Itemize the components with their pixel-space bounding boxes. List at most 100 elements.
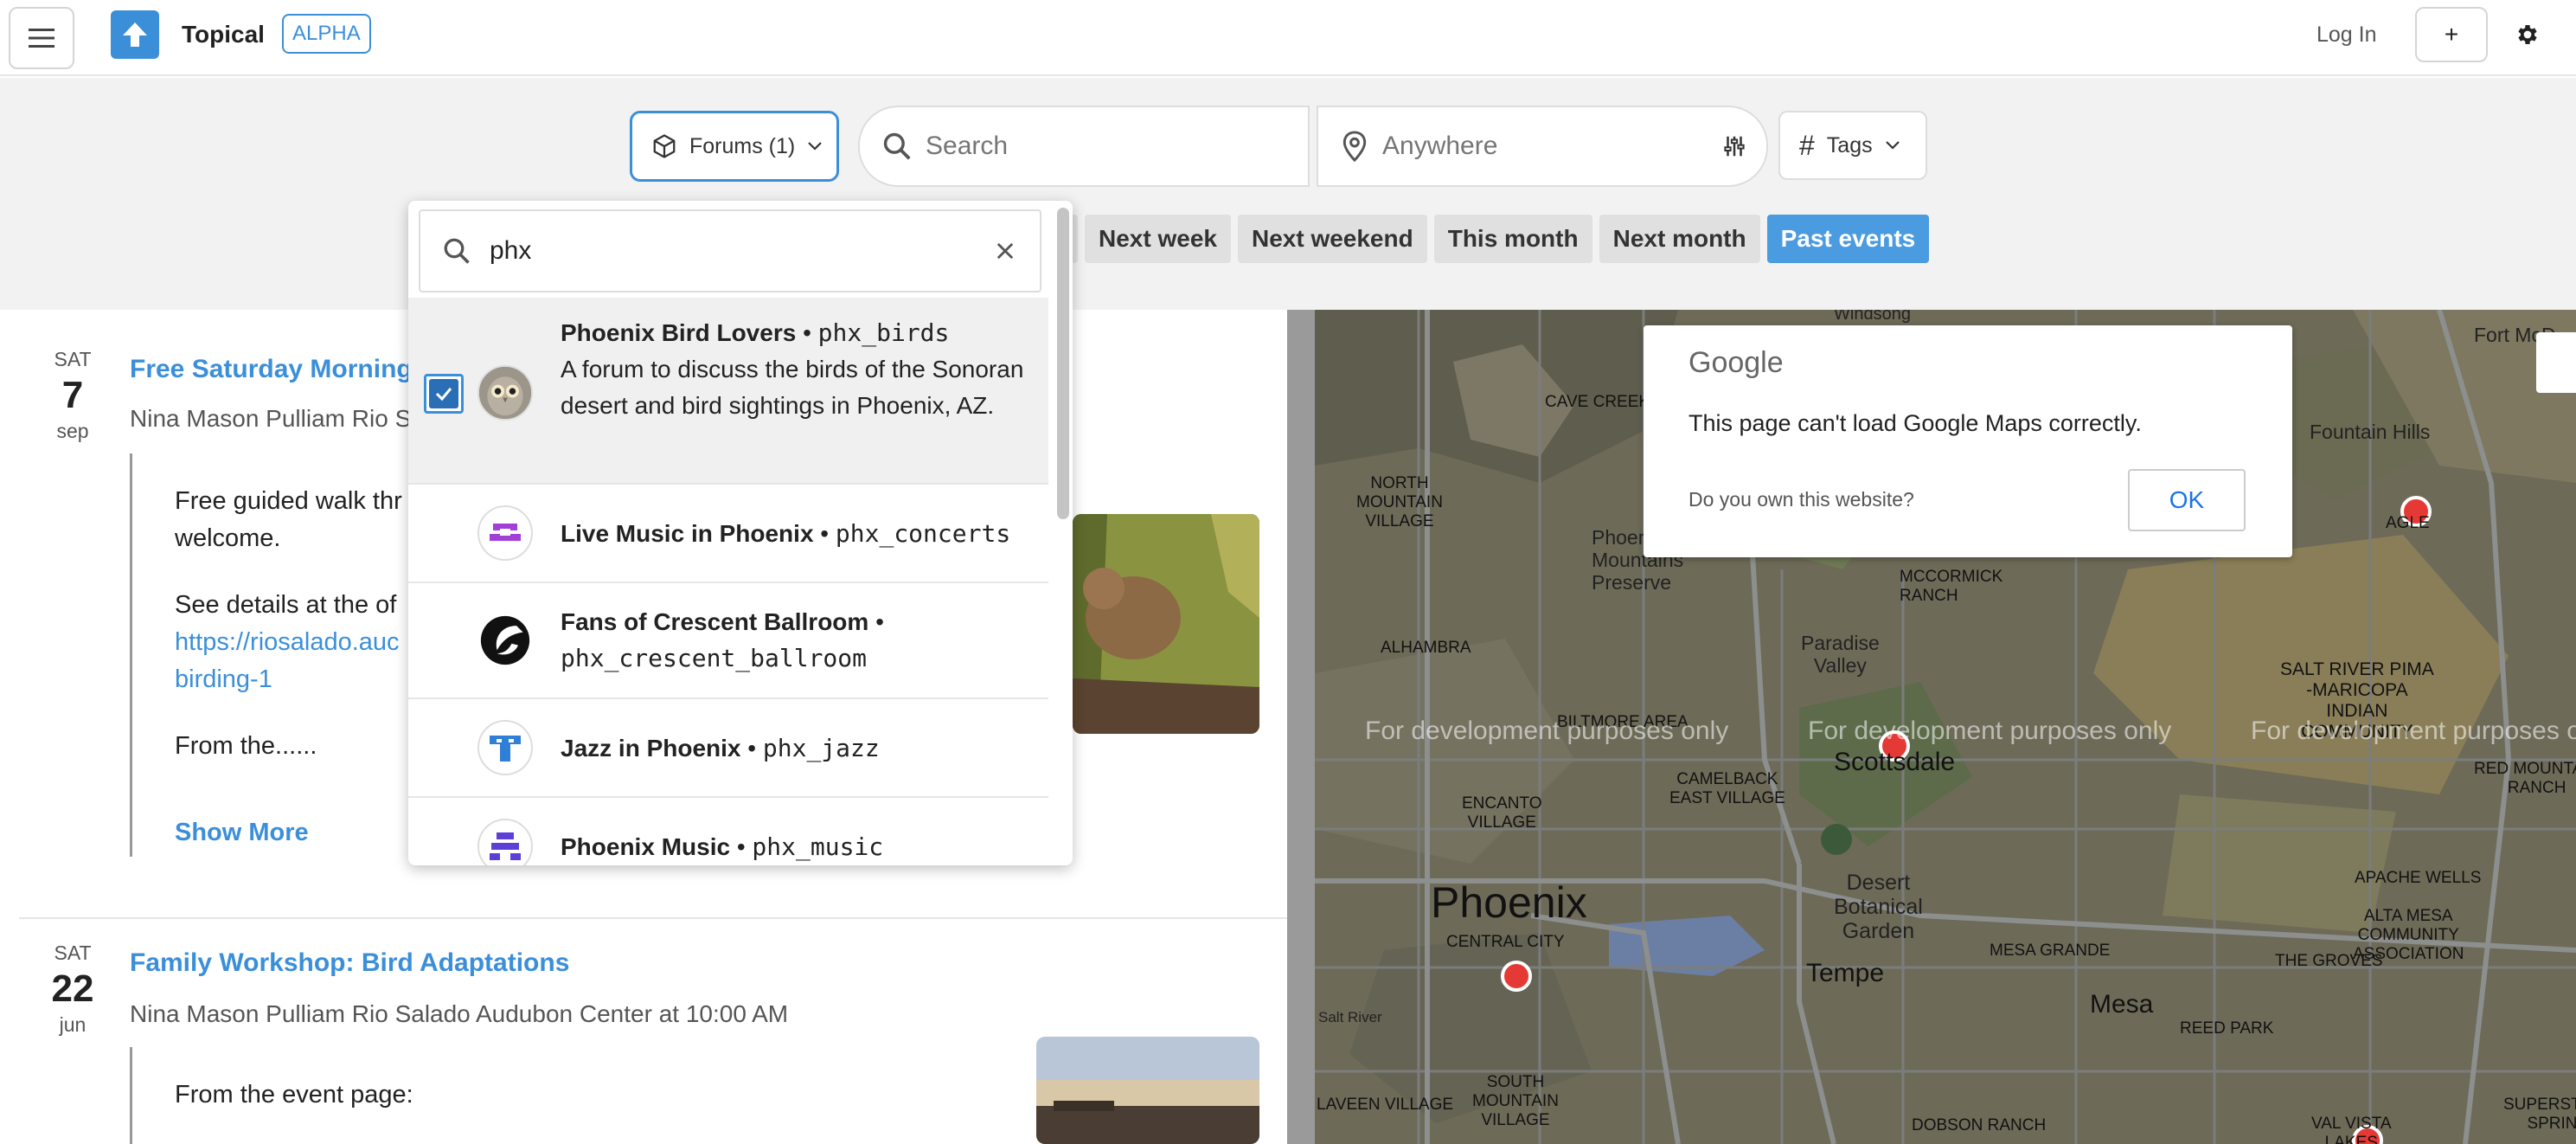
- hamburger-icon: [29, 29, 54, 48]
- search-icon: [883, 132, 911, 160]
- forum-checkbox[interactable]: [424, 374, 464, 414]
- event-month: sep: [56, 420, 89, 442]
- map-label: RED MOUNTAIN RANCH: [2474, 760, 2576, 797]
- map-label: Scottsdale: [1834, 748, 1956, 776]
- maps-ok-button[interactable]: OK: [2128, 469, 2246, 531]
- forum-item-phx-birds[interactable]: Phoenix Bird Lovers • phx_birds A forum …: [408, 298, 1048, 485]
- app-title[interactable]: Topical: [182, 21, 265, 48]
- forum-item-text: Phoenix Bird Lovers • phx_birds A forum …: [561, 318, 1024, 419]
- time-chip-this-month[interactable]: This month: [1433, 215, 1592, 263]
- fullscreen-button[interactable]: [2536, 332, 2576, 393]
- map-label: CAVE CREEK: [1545, 393, 1650, 411]
- forum-item-phx-concerts[interactable]: Live Music in Phoenix • phx_concerts: [408, 485, 1048, 583]
- location-input[interactable]: [1382, 132, 1711, 161]
- event-date: SAT 22 jun: [38, 942, 107, 1037]
- search-icon: [444, 238, 470, 264]
- map-label: SOUTH MOUNTAIN VILLAGE: [1472, 1073, 1559, 1129]
- event-date: SAT 7 sep: [38, 348, 107, 443]
- map-label: ENCANTO VILLAGE: [1462, 794, 1542, 832]
- time-chips: Next week Next weekend This month Next m…: [1069, 215, 1930, 263]
- forum-item-phx-crescent-ballroom[interactable]: Fans of Crescent Ballroom • phx_crescent_…: [408, 583, 1048, 699]
- time-chip-next-week[interactable]: Next week: [1085, 215, 1231, 263]
- event-day-of-week: SAT: [54, 942, 92, 964]
- google-logo: Google: [1688, 346, 1784, 379]
- map-label: ALHAMBRA: [1381, 639, 1471, 657]
- app-logo[interactable]: [111, 10, 159, 59]
- event-title[interactable]: Family Workshop: Bird Adaptations: [130, 948, 569, 978]
- time-chip-next-month[interactable]: Next month: [1599, 215, 1760, 263]
- chevron-down-icon: [1885, 141, 1900, 150]
- checkmark-icon: [435, 388, 452, 402]
- login-link[interactable]: Log In: [2316, 22, 2377, 48]
- map-label: CENTRAL CITY: [1446, 933, 1565, 951]
- map-label: DOBSON RANCH: [1912, 1116, 2047, 1134]
- gear-icon[interactable]: [2509, 16, 2547, 54]
- menu-button[interactable]: [9, 7, 74, 69]
- forums-filter-label: Forums (1): [689, 133, 796, 158]
- add-button[interactable]: +: [2415, 7, 2488, 62]
- hash-icon: #: [1799, 129, 1815, 161]
- forum-item-phx-jazz[interactable]: Jazz in Phoenix • phx_jazz: [408, 699, 1048, 798]
- event-day-of-week: SAT: [54, 348, 92, 370]
- tags-filter-label: Tags: [1826, 132, 1873, 157]
- location-field[interactable]: [1317, 106, 1768, 187]
- location-pin-icon: [1342, 131, 1367, 163]
- forum-search-input[interactable]: [490, 236, 974, 266]
- map-label: CAMELBACK EAST VILLAGE: [1669, 770, 1785, 807]
- forum-item-text: Phoenix Music • phx_music: [561, 832, 884, 861]
- time-chip-next-weekend[interactable]: Next weekend: [1237, 215, 1427, 263]
- map-label: MESA GRANDE: [1990, 942, 2111, 960]
- time-chip-past-events[interactable]: Past events: [1766, 215, 1930, 263]
- dropdown-scrollbar[interactable]: [1057, 208, 1069, 519]
- map-label: Mesa: [2090, 990, 2154, 1019]
- event-quote-bar: [130, 453, 132, 857]
- map-label: Windsong: [1834, 310, 1911, 324]
- map-label: Fountain Hills: [2310, 421, 2431, 443]
- event-quote-bar: [130, 1047, 132, 1144]
- forums-filter-button[interactable]: Forums (1): [630, 111, 839, 182]
- map-gutter: [1287, 310, 1315, 1144]
- map-label: LAVEEN VILLAGE: [1317, 1096, 1454, 1114]
- crescent-avatar: [477, 613, 533, 668]
- search-field[interactable]: [858, 106, 1310, 187]
- search-input[interactable]: [926, 132, 1254, 161]
- dev-watermark: For development purposes only: [1808, 717, 2172, 745]
- event-title[interactable]: Free Saturday Morning: [130, 355, 413, 384]
- map-label: AGLE: [2386, 514, 2430, 532]
- event-thumbnail[interactable]: [1036, 1037, 1259, 1144]
- map-label: SUPERSTITION SPRINGS: [2503, 1096, 2576, 1133]
- event-description: From the event page:: [175, 1081, 413, 1109]
- event-divider: [19, 917, 1287, 919]
- event-location: Nina Mason Pulliam Rio S: [130, 405, 412, 432]
- top-bar: Topical ALPHA Log In +: [0, 0, 2576, 76]
- up-arrow-icon: [123, 22, 147, 47]
- maps-error-message: This page can't load Google Maps correct…: [1688, 410, 2142, 436]
- map-label: MCCORMICK RANCH: [1900, 568, 2003, 605]
- maps-own-website-text: Do you own this website?: [1688, 488, 1914, 511]
- close-icon[interactable]: [993, 239, 1017, 263]
- owl-avatar: [477, 365, 533, 421]
- map-label: Phoenix: [1431, 878, 1587, 927]
- dev-watermark: For development purposes only: [2251, 717, 2576, 745]
- tags-filter-button[interactable]: # Tags: [1778, 111, 1927, 180]
- music-avatar: [477, 819, 533, 865]
- forum-item-phx-music[interactable]: Phoenix Music • phx_music: [408, 798, 1048, 865]
- tune-icon[interactable]: [1721, 133, 1747, 159]
- map-label: Desert Botanical Garden: [1834, 871, 1923, 943]
- map-label: Tempe: [1806, 959, 1885, 987]
- map-label: Paradise Valley: [1801, 632, 1880, 677]
- forum-search-field[interactable]: [419, 209, 1041, 292]
- event-thumbnail[interactable]: [1073, 514, 1259, 734]
- forum-list: Phoenix Bird Lovers • phx_birds A forum …: [408, 298, 1048, 865]
- forum-item-text: Live Music in Phoenix • phx_concerts: [561, 519, 1011, 548]
- cube-icon: [653, 134, 676, 158]
- jazz-avatar: [477, 720, 533, 775]
- concerts-avatar: [477, 505, 533, 561]
- chevron-down-icon: [808, 142, 823, 151]
- forum-item-text: Jazz in Phoenix • phx_jazz: [561, 734, 880, 762]
- show-more-link[interactable]: Show More: [175, 819, 309, 847]
- event-location: Nina Mason Pulliam Rio Salado Audubon Ce…: [130, 1000, 789, 1027]
- maps-error-dialog: Google This page can't load Google Maps …: [1644, 325, 2292, 557]
- dev-watermark: For development purposes only: [1365, 717, 1729, 745]
- event-month: jun: [59, 1013, 87, 1036]
